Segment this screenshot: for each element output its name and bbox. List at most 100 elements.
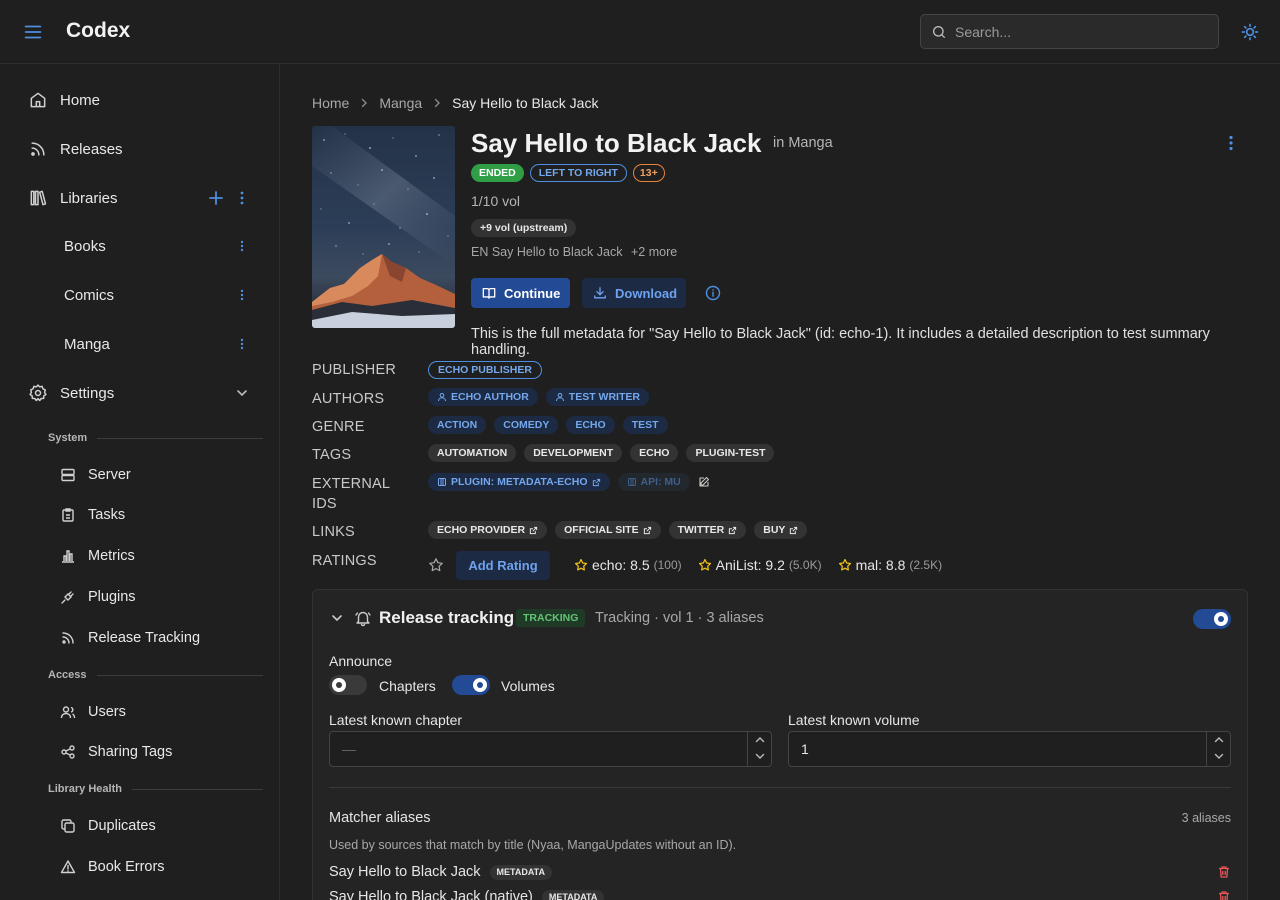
continue-button[interactable]: Continue — [471, 278, 570, 308]
more-vertical-icon[interactable] — [234, 336, 250, 352]
chevron-up-icon[interactable] — [754, 735, 766, 745]
sidebar-item-home[interactable]: Home — [16, 81, 264, 119]
sidebar-item-metrics[interactable]: Metrics — [48, 537, 264, 575]
latest-volume-field[interactable] — [788, 731, 1231, 767]
toggle-knob — [1214, 612, 1228, 626]
sidebar-item-label: Metrics — [88, 548, 135, 564]
sidebar-item-label: Release Tracking — [88, 630, 201, 646]
sidebar-item-settings[interactable]: Settings — [16, 374, 264, 412]
sidebar-item-releases[interactable]: Releases — [16, 130, 264, 168]
external-id-text: PLUGIN: METADATA-ECHO — [451, 476, 588, 488]
more-vertical-icon[interactable] — [234, 190, 250, 206]
link-chip[interactable]: ECHO PROVIDER — [428, 521, 548, 539]
add-library-icon[interactable] — [208, 190, 224, 206]
books-icon — [28, 188, 48, 208]
more-vertical-icon[interactable] — [234, 238, 250, 254]
series-library[interactable]: in Manga — [773, 135, 833, 151]
link-chip[interactable]: OFFICIAL SITE — [555, 521, 661, 539]
sun-icon[interactable] — [1240, 22, 1260, 42]
rss-icon — [28, 139, 48, 159]
add-rating-button[interactable]: Add Rating — [456, 551, 550, 580]
sidebar-item-libraries[interactable]: Libraries — [16, 179, 264, 217]
search-box[interactable] — [920, 14, 1219, 49]
external-link-icon — [529, 526, 538, 535]
chapters-toggle[interactable] — [329, 675, 367, 695]
chevron-down-icon — [234, 385, 250, 401]
latest-chapter-field[interactable] — [329, 731, 772, 767]
breadcrumb-home[interactable]: Home — [312, 95, 349, 111]
sidebar-item-label: Users — [88, 704, 126, 720]
age-rating-badge: 13+ — [632, 164, 665, 182]
divider — [131, 788, 263, 790]
server-icon — [60, 467, 76, 483]
sidebar-item-users[interactable]: Users — [48, 693, 264, 731]
sidebar-item-books[interactable]: Books — [48, 227, 264, 265]
publisher-label: PUBLISHER — [312, 362, 396, 378]
link-text: TWITTER — [677, 524, 725, 536]
number-stepper[interactable] — [1206, 732, 1230, 766]
author-name: ECHO AUTHOR — [451, 391, 529, 403]
sidebar-item-manga[interactable]: Manga — [48, 325, 264, 363]
link-chip[interactable]: BUY — [754, 521, 808, 539]
more-vertical-icon[interactable] — [234, 287, 250, 303]
download-button[interactable]: Download — [582, 278, 686, 308]
breadcrumb-library[interactable]: Manga — [379, 95, 422, 111]
link-chips: ECHO PROVIDER OFFICIAL SITE TWITTER BUY — [428, 521, 808, 539]
external-id-chip[interactable]: API: MU — [617, 473, 690, 491]
share-icon — [60, 744, 76, 760]
sidebar-item-duplicates[interactable]: Duplicates — [48, 807, 264, 845]
genre-chip[interactable]: ACTION — [428, 416, 487, 434]
trash-icon[interactable] — [1217, 890, 1231, 900]
volumes-toggle[interactable] — [452, 675, 490, 695]
sidebar-item-comics[interactable]: Comics — [48, 276, 264, 314]
latest-volume-input[interactable] — [801, 732, 1181, 766]
tag-chip[interactable]: AUTOMATION — [428, 444, 517, 462]
sidebar-item-sharing-tags[interactable]: Sharing Tags — [48, 733, 264, 771]
sidebar-item-plugins[interactable]: Plugins — [48, 578, 264, 616]
chapters-label: Chapters — [379, 678, 436, 694]
author-chip[interactable]: TEST WRITER — [545, 388, 649, 406]
series-cover-image[interactable] — [312, 126, 455, 328]
tag-chip[interactable]: PLUGIN-TEST — [686, 444, 775, 462]
search-input[interactable] — [955, 15, 1210, 48]
star-outline-icon[interactable] — [428, 557, 444, 573]
tracking-toggle[interactable] — [1193, 609, 1231, 629]
author-chip[interactable]: ECHO AUTHOR — [428, 388, 538, 406]
alternate-titles-more[interactable]: +2 more — [631, 245, 677, 259]
rating-count: (2.5K) — [909, 558, 943, 572]
more-vertical-icon[interactable] — [1223, 134, 1239, 152]
external-link-icon — [643, 526, 652, 535]
sidebar-item-book-errors[interactable]: Book Errors — [48, 848, 264, 886]
author-chips: ECHO AUTHOR TEST WRITER — [428, 388, 649, 406]
genre-chip[interactable]: TEST — [622, 416, 668, 434]
sidebar-item-server[interactable]: Server — [48, 456, 264, 494]
bell-icon — [354, 609, 372, 627]
number-stepper[interactable] — [747, 732, 771, 766]
app-brand[interactable]: Codex — [66, 19, 130, 43]
external-id-chip[interactable]: PLUGIN: METADATA-ECHO — [428, 473, 610, 491]
chevron-down-icon[interactable] — [754, 751, 766, 761]
gear-icon — [28, 383, 48, 403]
tag-chip[interactable]: DEVELOPMENT — [524, 444, 623, 462]
tag-chip[interactable]: ECHO — [630, 444, 679, 462]
chevron-down-icon[interactable] — [1213, 751, 1225, 761]
chevron-down-icon[interactable] — [330, 611, 344, 625]
link-text: ECHO PROVIDER — [437, 524, 526, 536]
latest-chapter-input[interactable] — [342, 732, 722, 766]
plugin-icon — [437, 477, 447, 487]
edit-icon[interactable] — [698, 476, 710, 488]
release-tracking-title: Release tracking — [379, 608, 515, 627]
link-chip[interactable]: TWITTER — [668, 521, 747, 539]
chevron-up-icon[interactable] — [1213, 735, 1225, 745]
star-icon — [698, 558, 712, 572]
genre-chip[interactable]: COMEDY — [494, 416, 559, 434]
home-icon — [28, 90, 48, 110]
genre-chip[interactable]: ECHO — [566, 416, 615, 434]
info-icon[interactable] — [705, 285, 721, 301]
publisher-chip[interactable]: ECHO PUBLISHER — [428, 361, 542, 379]
trash-icon[interactable] — [1217, 865, 1231, 879]
sidebar-item-release-tracking[interactable]: Release Tracking — [48, 619, 264, 657]
sidebar-item-tasks[interactable]: Tasks — [48, 496, 264, 534]
menu-icon[interactable] — [22, 21, 44, 43]
alias-source-badge: METADATA — [489, 864, 553, 880]
